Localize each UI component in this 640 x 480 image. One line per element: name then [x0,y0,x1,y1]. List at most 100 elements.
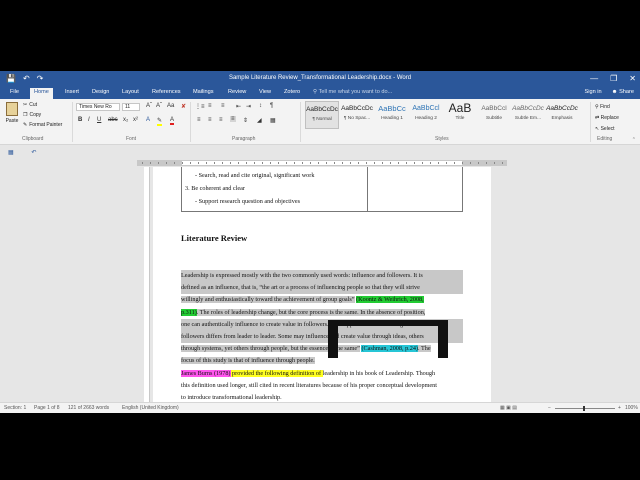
numbering-button[interactable]: ≡ [208,103,212,109]
tab-insert[interactable]: Insert [65,89,79,95]
tab-layout[interactable]: Layout [122,89,139,95]
text-run: willingly and enthusiastically toward th… [181,296,355,304]
copy-button[interactable]: ❐ Copy [23,112,41,118]
brush-icon: ✎ [23,122,28,128]
minimize-button[interactable]: — [590,74,598,83]
multilevel-list-button[interactable]: ≡ [221,103,225,109]
sort-button[interactable]: ↕ [259,103,262,109]
clear-formatting-icon[interactable]: ✘ [181,103,186,110]
table-line: - Search, read and cite original, signif… [195,172,315,179]
editing-group-label: Editing [597,136,613,142]
grow-font-button[interactable]: Aˆ [146,103,152,109]
replace-button[interactable]: ⇄ Replace [595,113,619,124]
replace-label: Replace [600,115,619,121]
section-indicator[interactable]: Section: 1 [4,405,26,411]
justify-button[interactable]: ≡ [230,116,236,122]
save-small-icon[interactable]: ▦ [8,150,14,156]
cut-button[interactable]: ✂ Cut [23,102,37,108]
text-effects-button[interactable]: A [146,117,150,123]
underline-button[interactable]: U [97,117,101,123]
replace-icon: ⇄ [595,115,600,121]
tab-design[interactable]: Design [92,89,109,95]
divider [190,102,191,142]
ruler-tick [446,162,447,164]
subscript-button[interactable]: x₂ [123,117,128,123]
align-right-button[interactable]: ≡ [219,117,223,123]
format-painter-button[interactable]: ✎ Format Painter [23,122,62,128]
highlight-color-button[interactable]: ✎ [157,117,163,126]
font-name-combo[interactable]: Times New Ro [76,103,120,111]
shrink-font-button[interactable]: Aˇ [156,103,162,109]
show-marks-button[interactable]: ¶ [270,103,273,109]
style-name: Emphasis [551,116,573,121]
maximize-button[interactable]: ❐ [610,74,617,83]
select-button[interactable]: ↖ Select [595,124,619,135]
style-emphasis[interactable]: AaBbCcDc Emphasis [545,101,579,129]
word-count[interactable]: 121 of 2663 words [68,405,109,411]
share-button[interactable]: ☻ Share [612,89,634,95]
italic-button[interactable]: I [88,117,90,123]
zoom-slider[interactable] [555,406,615,411]
align-center-button[interactable]: ≡ [208,117,212,123]
strikethrough-button[interactable]: abc [108,117,118,123]
text-line: this definition used longer, still cited… [181,382,437,390]
bullets-button[interactable]: ⋮≡ [195,103,205,110]
sign-in-link[interactable]: Sign in [585,89,602,95]
font-color-button[interactable]: A [170,117,175,125]
style-normal[interactable]: AaBbCcDc ¶ Normal [305,101,339,129]
tell-me-search[interactable]: ⚲ Tell me what you want to do... [313,89,392,95]
shading-button[interactable]: ◢ [257,117,262,124]
tab-file[interactable]: File [10,89,19,95]
undo-small-icon[interactable]: ↶ [31,150,36,156]
zoom-level[interactable]: 100% [625,405,638,411]
style-name: Heading 2 [415,116,437,121]
font-group-label: Font [126,136,137,142]
view-buttons[interactable]: ▦ ▣ ▤ [500,405,517,411]
line-spacing-button[interactable]: ⇕ [243,117,248,124]
ruler-tick [278,162,279,164]
increase-indent-button[interactable]: ⇥ [246,103,251,110]
document-page[interactable]: - Search, read and cite original, signif… [153,167,491,402]
superscript-button[interactable]: x² [133,117,138,123]
tab-review[interactable]: Review [228,89,246,95]
find-button[interactable]: ⚲ Find [595,102,619,113]
divider [72,102,73,142]
change-case-button[interactable]: Aa [167,103,174,109]
font-size-combo[interactable]: 11 [122,103,140,111]
tab-view[interactable]: View [259,89,271,95]
horizontal-ruler[interactable] [137,160,507,166]
share-label: Share [619,89,634,95]
language-indicator[interactable]: English (United Kingdom) [122,405,179,411]
author-highlight: James Burns (1978) [181,370,231,377]
citation-highlight: p.311) [181,308,197,316]
tab-references[interactable]: References [152,89,181,95]
paste-label: Paste [5,118,19,124]
style-no-spacing[interactable]: AaBbCcDc ¶ No Spac... [340,101,374,129]
outline-table: - Search, read and cite original, signif… [181,167,463,212]
bold-button[interactable]: B [78,117,82,123]
close-button[interactable]: ✕ [629,74,636,83]
align-left-button[interactable]: ≡ [197,117,201,123]
tab-home[interactable]: Home [30,88,53,99]
style-sample: AaBbCcl [412,105,440,112]
text-run: . The roles of leadership change, but th… [196,308,426,316]
paste-button[interactable]: Paste [4,102,20,132]
style-subtle-emphasis[interactable]: AaBbCcDc Subtle Em... [511,101,545,129]
document-area[interactable]: - Search, read and cite original, signif… [0,167,640,402]
style-subtitle[interactable]: AaBbCcl Subtitle [477,101,511,129]
style-title[interactable]: AaB Title [443,101,477,129]
tab-zotero[interactable]: Zotero [284,89,300,95]
text-run: . The [417,345,431,353]
zoom-slider-knob[interactable] [583,406,585,411]
style-heading-2[interactable]: AaBbCcl Heading 2 [409,101,443,129]
collapse-ribbon-icon[interactable]: ⌃ [632,137,636,143]
borders-button[interactable]: ▦ [270,117,276,124]
decrease-indent-button[interactable]: ⇤ [236,103,241,110]
style-heading-1[interactable]: AaBbCc Heading 1 [375,101,409,129]
citation-highlight: (Koontz & Weihrich, 2008, [356,296,424,304]
zoom-out-button[interactable]: − [548,405,551,411]
page-indicator[interactable]: Page 1 of 8 [34,405,60,411]
zoom-in-button[interactable]: + [618,405,621,411]
ruler-tick [486,162,487,164]
tab-mailings[interactable]: Mailings [193,89,214,95]
